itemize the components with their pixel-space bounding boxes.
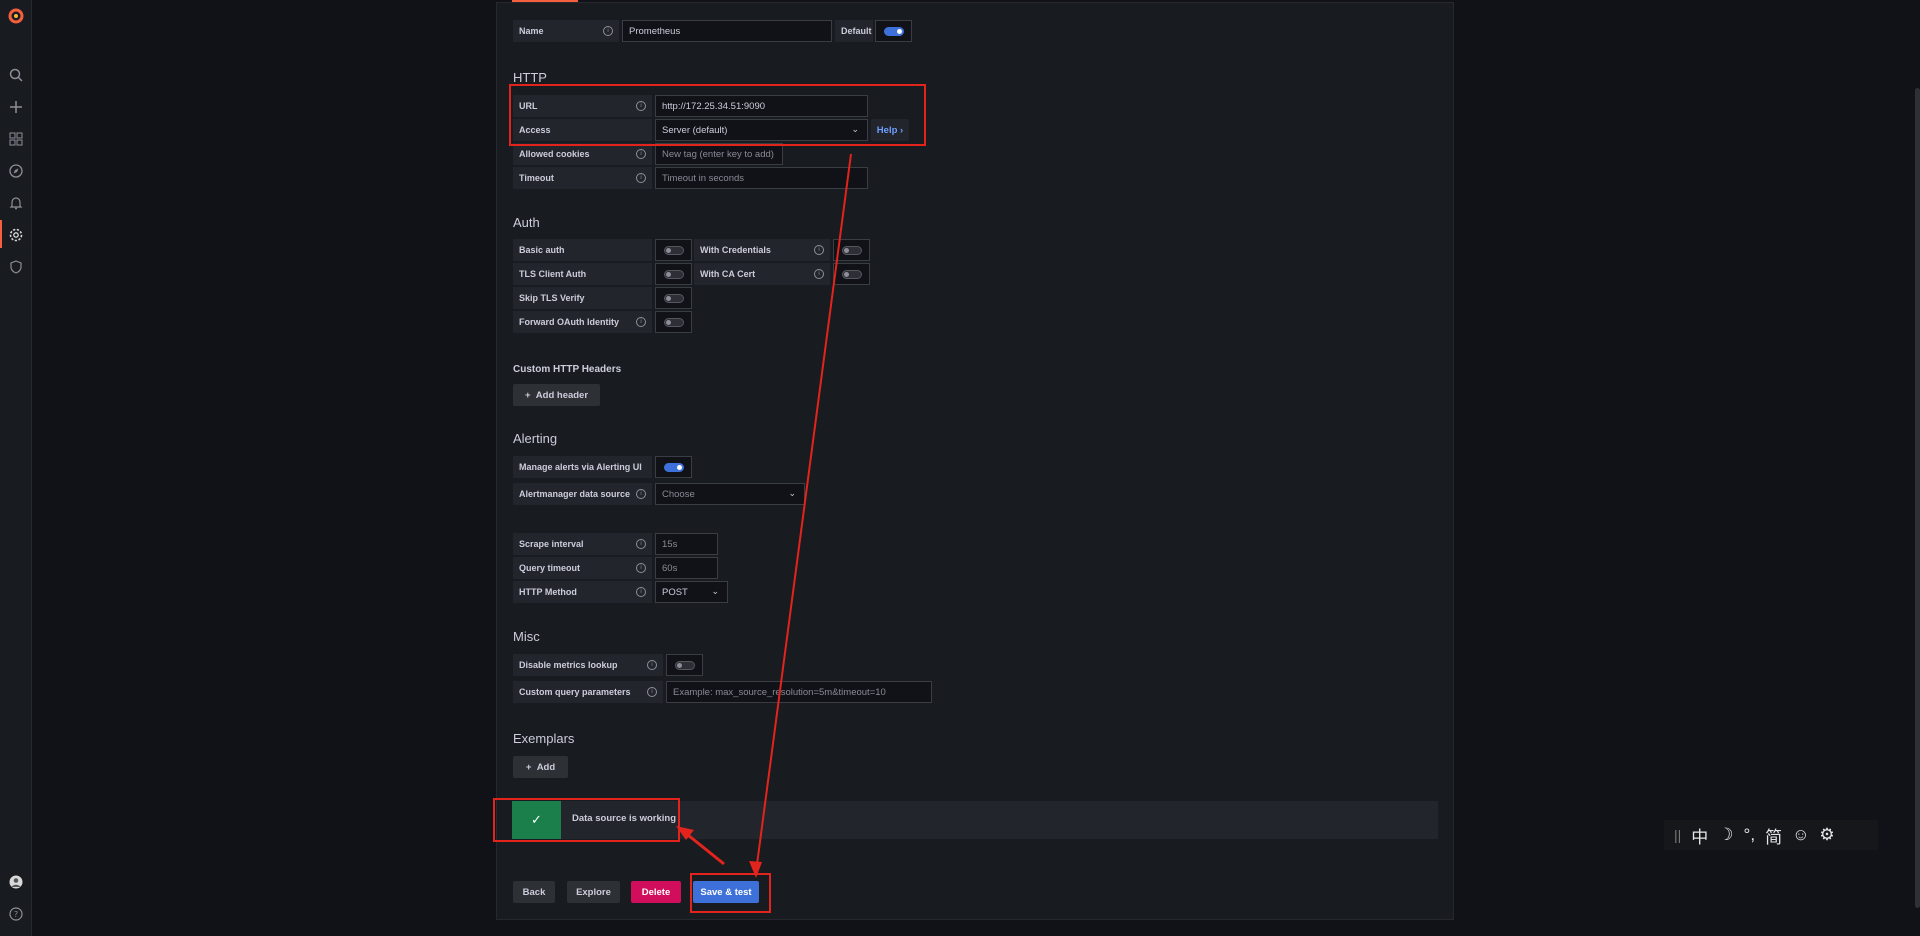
with-credentials-label: With Credentials i xyxy=(694,239,830,261)
ime-settings-icon[interactable]: ⚙ xyxy=(1819,825,1834,845)
basic-auth-label: Basic auth xyxy=(513,239,652,261)
manage-alerts-label: Manage alerts via Alerting UI xyxy=(513,456,652,478)
info-icon: i xyxy=(636,563,646,573)
info-icon: i xyxy=(636,587,646,597)
ime-moon-icon[interactable]: ☽ xyxy=(1718,825,1733,845)
explore-compass-icon[interactable] xyxy=(8,163,24,179)
chevron-down-icon: ⌄ xyxy=(711,586,719,596)
tls-client-auth-switch[interactable] xyxy=(664,270,684,279)
grafana-logo-icon[interactable] xyxy=(8,8,24,24)
active-tab-indicator xyxy=(512,0,578,2)
forward-oauth-toggle[interactable] xyxy=(655,311,692,333)
scrape-interval-input[interactable]: 15s xyxy=(655,533,718,555)
disable-metrics-label: Disable metrics lookup i xyxy=(513,654,663,676)
info-icon: i xyxy=(647,687,657,697)
alertmanager-label: Alertmanager data source i xyxy=(513,483,652,505)
info-icon: i xyxy=(636,317,646,327)
alerting-section-title: Alerting xyxy=(513,431,558,446)
forward-oauth-switch[interactable] xyxy=(664,318,684,327)
user-avatar-icon[interactable] xyxy=(8,874,24,890)
info-icon: i xyxy=(636,539,646,549)
annotation-box-alert xyxy=(493,798,680,842)
plus-icon[interactable] xyxy=(8,99,24,115)
annotation-box-http xyxy=(509,84,926,146)
disable-metrics-switch[interactable] xyxy=(675,661,695,670)
alerting-bell-icon[interactable] xyxy=(8,195,24,211)
ime-toolbar: || 中 ☽ °, 简 ☺ ⚙ xyxy=(1664,820,1878,850)
sidebar: ? xyxy=(0,0,32,936)
name-input[interactable]: Prometheus xyxy=(622,20,832,42)
allowed-cookies-input[interactable]: New tag (enter key to add) xyxy=(655,143,783,165)
http-method-label: HTTP Method i xyxy=(513,581,652,603)
explore-button[interactable]: Explore xyxy=(567,881,620,903)
timeout-input[interactable]: Timeout in seconds xyxy=(655,167,868,189)
custom-headers-title: Custom HTTP Headers xyxy=(513,364,622,375)
back-button[interactable]: Back xyxy=(513,881,555,903)
query-timeout-label: Query timeout i xyxy=(513,557,652,579)
auth-section-title: Auth xyxy=(513,215,540,230)
manage-alerts-toggle[interactable] xyxy=(655,456,692,478)
custom-params-input[interactable]: Example: max_source_resolution=5m&timeou… xyxy=(666,681,932,703)
info-icon: i xyxy=(603,26,613,36)
basic-auth-switch[interactable] xyxy=(664,246,684,255)
name-label: Name i xyxy=(513,20,619,42)
svg-text:?: ? xyxy=(14,910,18,919)
disable-metrics-toggle[interactable] xyxy=(666,654,703,676)
info-icon: i xyxy=(647,660,657,670)
info-icon: i xyxy=(636,173,646,183)
active-indicator xyxy=(0,220,2,248)
info-icon: i xyxy=(814,269,824,279)
help-icon[interactable]: ? xyxy=(8,906,24,922)
chevron-down-icon: ⌄ xyxy=(788,488,796,498)
with-credentials-switch[interactable] xyxy=(842,246,862,255)
with-ca-cert-switch[interactable] xyxy=(842,270,862,279)
exemplars-section-title: Exemplars xyxy=(513,731,575,746)
delete-button[interactable]: Delete xyxy=(631,881,681,903)
plus-icon: + xyxy=(525,761,532,773)
query-timeout-input[interactable]: 60s xyxy=(655,557,718,579)
basic-auth-toggle[interactable] xyxy=(655,239,692,261)
shield-icon[interactable] xyxy=(8,259,24,275)
add-exemplar-button[interactable]: + Add xyxy=(513,756,568,778)
ime-simplified[interactable]: 简 xyxy=(1765,823,1782,848)
ime-chinese-mode[interactable]: 中 xyxy=(1691,823,1708,848)
skip-tls-verify-toggle[interactable] xyxy=(655,287,692,309)
misc-section-title: Misc xyxy=(513,629,540,644)
forward-oauth-label: Forward OAuth Identity i xyxy=(513,311,652,333)
configuration-gear-icon[interactable] xyxy=(8,227,24,243)
ime-emoji-icon[interactable]: ☺ xyxy=(1792,825,1809,845)
ime-divider: || xyxy=(1674,827,1682,843)
http-method-select[interactable]: POST ⌄ xyxy=(655,581,728,603)
info-icon: i xyxy=(814,245,824,255)
plus-icon: + xyxy=(524,389,531,401)
manage-alerts-switch[interactable] xyxy=(664,463,684,472)
default-switch[interactable] xyxy=(884,27,904,36)
annotation-box-save xyxy=(690,873,771,913)
http-section-title: HTTP xyxy=(513,70,547,85)
allowed-cookies-label: Allowed cookies i xyxy=(513,143,652,165)
default-toggle[interactable] xyxy=(875,20,912,42)
search-icon[interactable] xyxy=(8,67,24,83)
scrape-interval-label: Scrape interval i xyxy=(513,533,652,555)
scrollbar[interactable] xyxy=(1915,88,1920,908)
custom-params-label: Custom query parameters i xyxy=(513,681,663,703)
with-ca-cert-toggle[interactable] xyxy=(833,263,870,285)
info-icon: i xyxy=(636,149,646,159)
tls-client-auth-label: TLS Client Auth xyxy=(513,263,652,285)
with-credentials-toggle[interactable] xyxy=(833,239,870,261)
dashboards-icon[interactable] xyxy=(8,131,24,147)
ime-punctuation[interactable]: °, xyxy=(1744,825,1756,845)
info-icon: i xyxy=(636,489,646,499)
skip-tls-verify-switch[interactable] xyxy=(664,294,684,303)
timeout-label: Timeout i xyxy=(513,167,652,189)
with-ca-cert-label: With CA Cert i xyxy=(694,263,830,285)
add-header-button[interactable]: + Add header xyxy=(513,384,600,406)
default-label: Default xyxy=(835,20,873,42)
skip-tls-verify-label: Skip TLS Verify xyxy=(513,287,652,309)
tls-client-auth-toggle[interactable] xyxy=(655,263,692,285)
alertmanager-select[interactable]: Choose ⌄ xyxy=(655,483,805,505)
